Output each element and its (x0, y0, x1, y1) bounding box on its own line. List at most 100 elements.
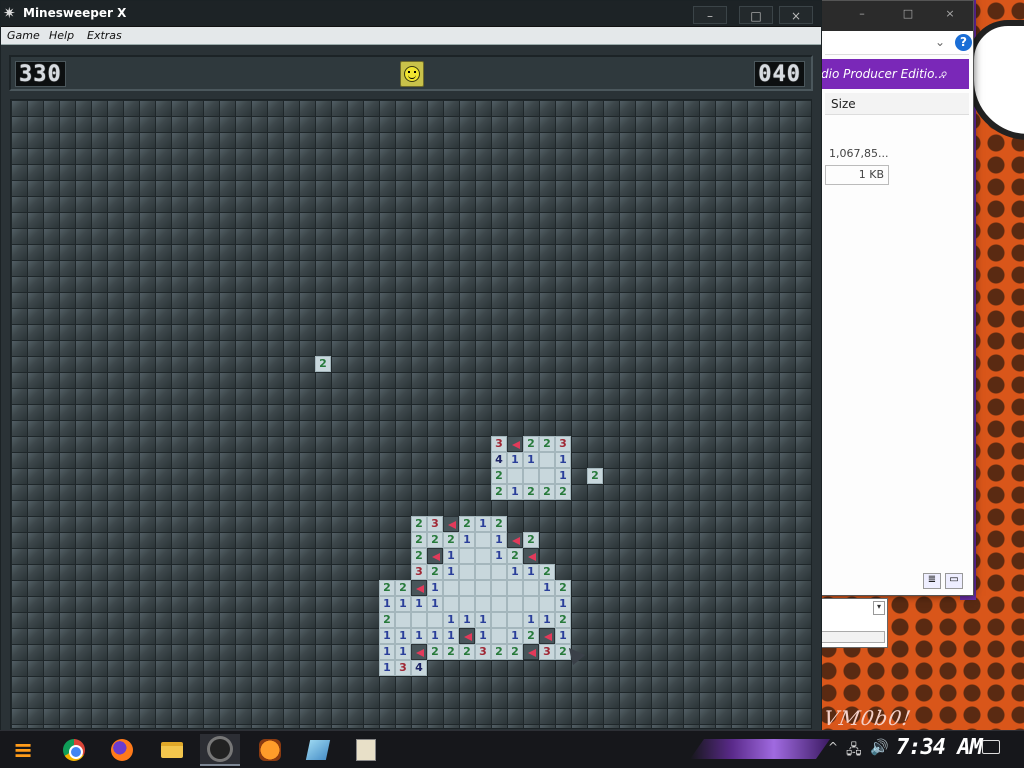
revealed-number-cell[interactable]: 2 (539, 436, 555, 452)
revealed-number-cell[interactable]: 1 (443, 612, 459, 628)
revealed-number-cell[interactable]: 1 (491, 532, 507, 548)
horizontal-scrollbar[interactable] (821, 631, 885, 643)
flagged-cell[interactable] (507, 532, 523, 548)
flagged-cell[interactable] (411, 644, 427, 660)
revealed-number-cell[interactable]: 3 (475, 644, 491, 660)
revealed-number-cell[interactable]: 1 (523, 612, 539, 628)
revealed-number-cell[interactable]: 2 (411, 532, 427, 548)
revealed-number-cell[interactable]: 1 (459, 532, 475, 548)
revealed-number-cell[interactable]: 1 (411, 628, 427, 644)
revealed-number-cell[interactable]: 1 (427, 580, 443, 596)
revealed-number-cell[interactable]: 2 (379, 580, 395, 596)
revealed-empty-cell[interactable] (491, 612, 507, 628)
revealed-empty-cell[interactable] (475, 532, 491, 548)
details-view-icon[interactable]: ≣ (923, 573, 941, 589)
revealed-number-cell[interactable]: 1 (443, 548, 459, 564)
revealed-empty-cell[interactable] (443, 596, 459, 612)
flagged-cell[interactable] (523, 548, 539, 564)
revealed-number-cell[interactable]: 2 (411, 548, 427, 564)
revealed-empty-cell[interactable] (539, 468, 555, 484)
revealed-number-cell[interactable]: 1 (523, 564, 539, 580)
revealed-empty-cell[interactable] (459, 564, 475, 580)
revealed-number-cell[interactable]: 2 (427, 564, 443, 580)
menu-extras[interactable]: Extras (87, 29, 122, 42)
revealed-number-cell[interactable]: 1 (379, 628, 395, 644)
revealed-number-cell[interactable]: 4 (411, 660, 427, 676)
revealed-empty-cell[interactable] (491, 628, 507, 644)
flagged-cell[interactable] (507, 436, 523, 452)
minesweeper-titlebar[interactable]: ✷ Minesweeper X – □ × (1, 1, 821, 27)
revealed-number-cell[interactable]: 2 (443, 644, 459, 660)
revealed-number-cell[interactable]: 1 (555, 452, 571, 468)
revealed-number-cell[interactable]: 1 (475, 628, 491, 644)
revealed-empty-cell[interactable] (443, 580, 459, 596)
revealed-number-cell[interactable]: 1 (555, 596, 571, 612)
revealed-number-cell[interactable]: 1 (507, 452, 523, 468)
flagged-cell[interactable] (459, 628, 475, 644)
revealed-empty-cell[interactable] (475, 548, 491, 564)
explorer-search-box[interactable]: dio Producer Editio... ⌕ (819, 59, 969, 89)
revealed-number-cell[interactable]: 1 (507, 564, 523, 580)
revealed-number-cell[interactable]: 1 (379, 660, 395, 676)
revealed-number-cell[interactable]: 1 (491, 548, 507, 564)
revealed-number-cell[interactable]: 1 (443, 564, 459, 580)
menu-help[interactable]: Help (49, 29, 74, 42)
revealed-empty-cell[interactable] (523, 580, 539, 596)
revealed-number-cell[interactable]: 2 (555, 612, 571, 628)
revealed-number-cell[interactable]: 2 (427, 644, 443, 660)
revealed-number-cell[interactable]: 2 (539, 484, 555, 500)
revealed-number-cell[interactable]: 2 (443, 532, 459, 548)
revealed-number-cell[interactable]: 3 (539, 644, 555, 660)
large-icons-view-icon[interactable]: ▭ (945, 573, 963, 589)
explorer-close-button[interactable]: × (935, 7, 965, 25)
revealed-number-cell[interactable]: 1 (379, 644, 395, 660)
revealed-number-cell[interactable]: 2 (379, 612, 395, 628)
taskbar-chrome[interactable] (54, 734, 94, 766)
close-button[interactable]: × (779, 6, 813, 24)
revealed-empty-cell[interactable] (459, 548, 475, 564)
volume-icon[interactable]: 🔊 (870, 738, 889, 756)
revealed-number-cell[interactable]: 2 (427, 532, 443, 548)
flagged-cell[interactable] (443, 516, 459, 532)
revealed-number-cell[interactable]: 3 (427, 516, 443, 532)
revealed-number-cell[interactable]: 1 (555, 468, 571, 484)
revealed-empty-cell[interactable] (539, 452, 555, 468)
revealed-number-cell[interactable]: 2 (523, 484, 539, 500)
revealed-number-cell[interactable]: 2 (507, 644, 523, 660)
revealed-number-cell[interactable]: 2 (395, 580, 411, 596)
taskbar-file-explorer[interactable] (152, 734, 192, 766)
revealed-number-cell[interactable]: 1 (395, 628, 411, 644)
revealed-empty-cell[interactable] (459, 596, 475, 612)
revealed-number-cell[interactable]: 1 (459, 612, 475, 628)
taskbar-firefox[interactable] (102, 734, 142, 766)
taskbar-installer[interactable] (346, 734, 386, 766)
revealed-empty-cell[interactable] (507, 596, 523, 612)
revealed-empty-cell[interactable] (507, 468, 523, 484)
revealed-number-cell[interactable]: 1 (395, 596, 411, 612)
taskbar-notepad[interactable] (298, 734, 338, 766)
revealed-number-cell[interactable]: 1 (523, 452, 539, 468)
revealed-empty-cell[interactable] (395, 612, 411, 628)
revealed-empty-cell[interactable] (427, 612, 443, 628)
revealed-number-cell[interactable]: 2 (523, 436, 539, 452)
explorer-maximize-button[interactable]: □ (893, 7, 923, 25)
dropdown-arrow-icon[interactable]: ▾ (873, 601, 885, 615)
revealed-number-cell[interactable]: 3 (555, 436, 571, 452)
revealed-number-cell[interactable]: 1 (539, 612, 555, 628)
search-icon[interactable]: ⌕ (939, 59, 947, 89)
revealed-number-cell[interactable]: 1 (507, 628, 523, 644)
taskbar-fl-studio[interactable] (250, 734, 290, 766)
flagged-cell[interactable] (523, 644, 539, 660)
revealed-empty-cell[interactable] (475, 596, 491, 612)
revealed-empty-cell[interactable] (523, 468, 539, 484)
revealed-number-cell[interactable]: 2 (491, 516, 507, 532)
network-icon[interactable]: 🖧 (846, 739, 862, 763)
revealed-number-cell[interactable]: 2 (539, 564, 555, 580)
revealed-number-cell[interactable]: 2 (555, 580, 571, 596)
menu-game[interactable]: Game (7, 29, 40, 42)
revealed-number-cell[interactable]: 2 (491, 644, 507, 660)
flagged-cell[interactable] (539, 628, 555, 644)
revealed-number-cell[interactable]: 1 (475, 612, 491, 628)
minefield-board[interactable]: 2322341112122122223212222112211232111222… (10, 99, 812, 729)
revealed-number-cell[interactable]: 2 (587, 468, 603, 484)
